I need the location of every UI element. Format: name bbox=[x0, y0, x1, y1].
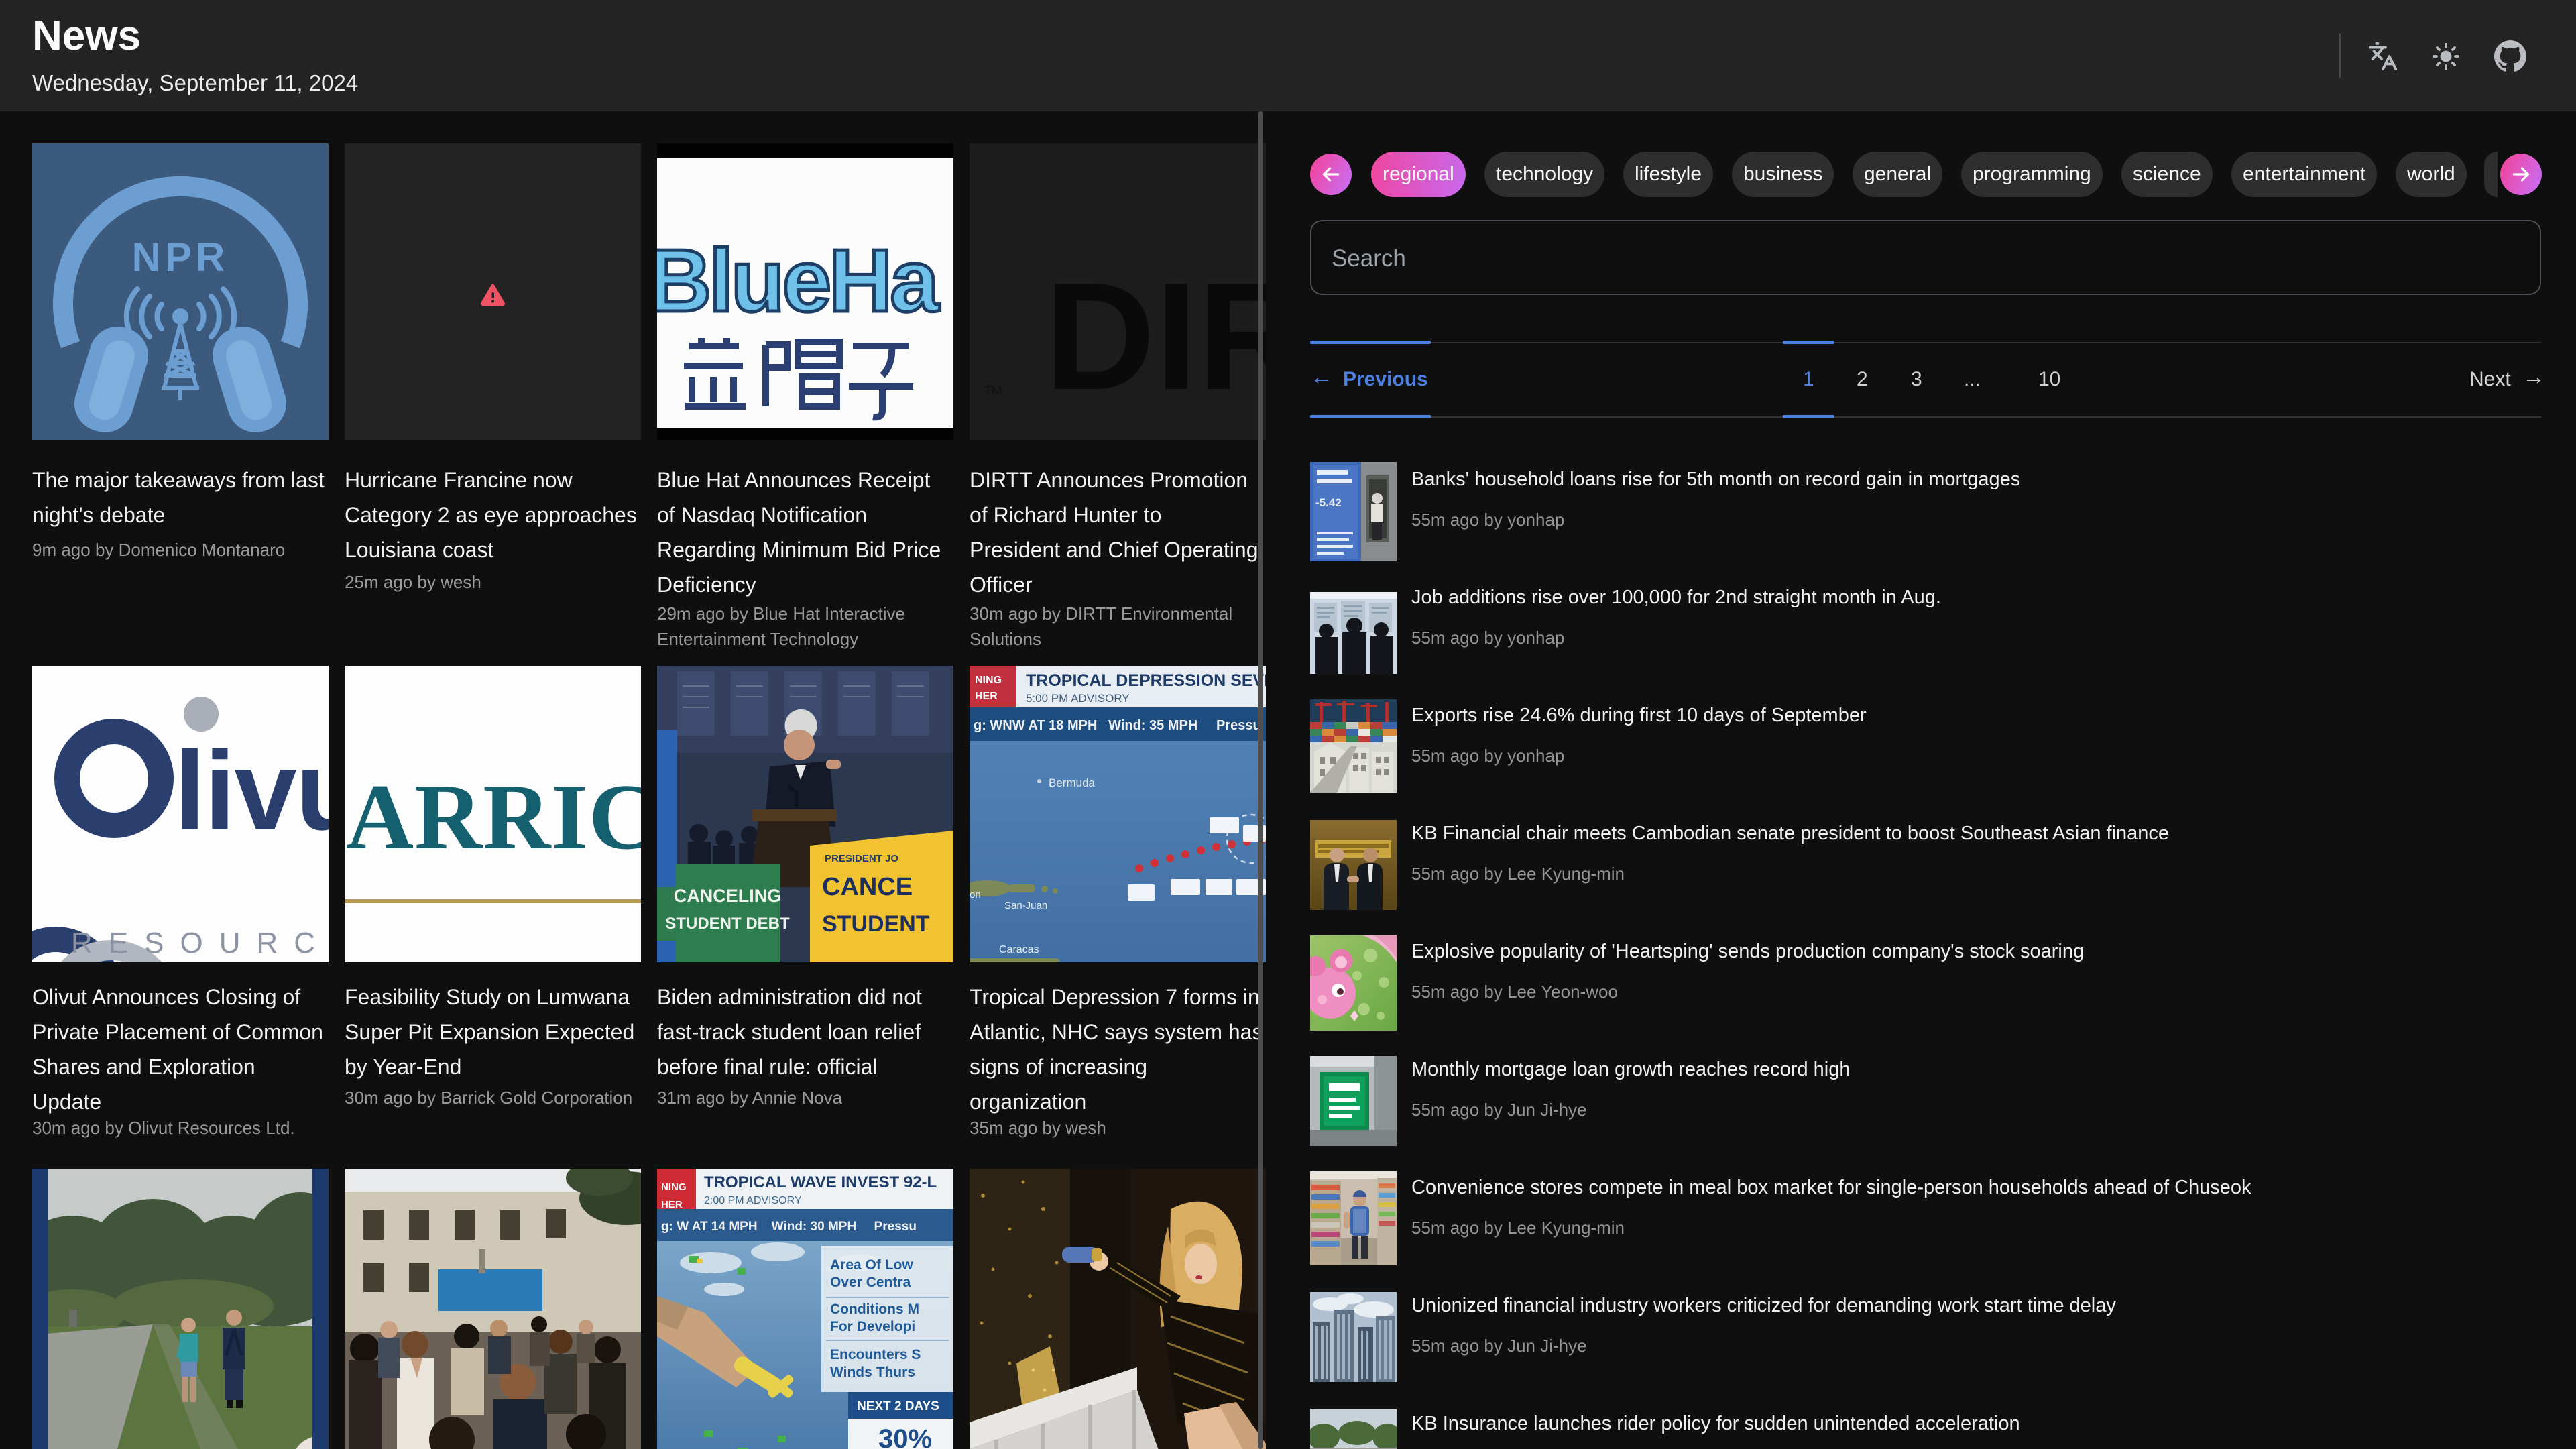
svg-text:30%: 30% bbox=[878, 1424, 932, 1449]
svg-text:DIR: DIR bbox=[1045, 251, 1266, 422]
svg-text:RESOURC: RESOURC bbox=[71, 927, 329, 960]
svg-text:STUDENT: STUDENT bbox=[822, 911, 930, 937]
svg-text:™: ™ bbox=[983, 382, 1003, 404]
svg-text:livu: livu bbox=[174, 728, 329, 854]
svg-text:2:00 PM ADVISORY: 2:00 PM ADVISORY bbox=[704, 1195, 802, 1206]
svg-text:San-Juan: San-Juan bbox=[1004, 900, 1047, 911]
svg-text:HER: HER bbox=[975, 691, 998, 702]
svg-text:NEXT 2 DAYS: NEXT 2 DAYS bbox=[857, 1399, 939, 1413]
svg-text:g: W AT 14 MPH Wind: 30 MPH: g: W AT 14 MPH Wind: 30 MPH Pressu bbox=[661, 1220, 917, 1234]
svg-text:NING: NING bbox=[975, 675, 1002, 686]
svg-text:5:00 PM ADVISORY: 5:00 PM ADVISORY bbox=[1026, 692, 1130, 705]
svg-text:PRESIDENT JO: PRESIDENT JO bbox=[825, 853, 898, 864]
svg-text:g: WNW AT 18 MPH Wind: 35 MP: g: WNW AT 18 MPH Wind: 35 MPH Pressu bbox=[974, 718, 1261, 733]
svg-text:on: on bbox=[970, 889, 981, 901]
svg-text:CANCE: CANCE bbox=[822, 873, 913, 901]
svg-text:Winds Thurs: Winds Thurs bbox=[830, 1365, 915, 1380]
svg-text:Bermuda: Bermuda bbox=[1049, 776, 1096, 789]
svg-text:Over Centra: Over Centra bbox=[830, 1275, 911, 1290]
svg-text:ARRIC: ARRIC bbox=[346, 765, 641, 869]
svg-text:NING: NING bbox=[661, 1181, 687, 1193]
svg-text:-5.42: -5.42 bbox=[1315, 496, 1342, 509]
svg-text:NPR: NPR bbox=[132, 235, 229, 280]
svg-text:CANCELING: CANCELING bbox=[674, 886, 782, 906]
svg-text:Area Of Low: Area Of Low bbox=[830, 1257, 913, 1273]
svg-text:HER: HER bbox=[661, 1199, 683, 1210]
svg-text:STUDENT DEBT: STUDENT DEBT bbox=[665, 915, 790, 933]
svg-text:TROPICAL DEPRESSION SEVE: TROPICAL DEPRESSION SEVE bbox=[1026, 671, 1266, 690]
svg-text:Conditions M: Conditions M bbox=[830, 1301, 919, 1317]
svg-text:Encounters S: Encounters S bbox=[830, 1347, 921, 1363]
svg-text:TROPICAL WAVE INVEST 92-L: TROPICAL WAVE INVEST 92-L bbox=[704, 1173, 937, 1192]
svg-text:Caracas: Caracas bbox=[999, 944, 1039, 955]
svg-text:BlueHa: BlueHa bbox=[657, 231, 940, 330]
svg-text:For Developi: For Developi bbox=[830, 1319, 915, 1334]
